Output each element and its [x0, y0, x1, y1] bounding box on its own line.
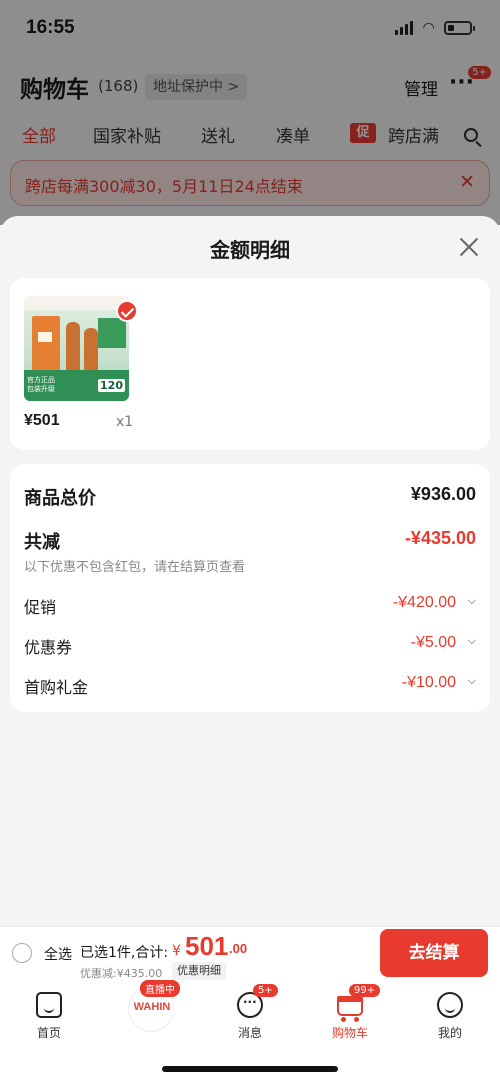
tab-cart-label: 购物车: [331, 1026, 368, 1040]
product-image[interactable]: 官方正品 包装升级 120: [24, 296, 129, 401]
tab-me-label: 我的: [437, 1026, 462, 1040]
product-quantity: x1: [116, 414, 134, 430]
discount-text: 优惠减:¥435.00: [80, 967, 163, 980]
product-image-number: 120: [98, 379, 125, 392]
total-price-value: ¥936.00: [410, 484, 476, 504]
reduction-note: 以下优惠不包含红包，请在结算页查看: [24, 560, 246, 575]
chevron-down-icon: ⌵: [467, 594, 476, 607]
live-logo: WAHIN: [133, 1001, 171, 1013]
chevron-down-icon: ⌵: [467, 674, 476, 687]
first-purchase-value: -¥10.00: [401, 674, 456, 691]
selected-check-icon[interactable]: [116, 300, 138, 322]
overlay-dim[interactable]: [0, 0, 500, 225]
total-reduction-value: -¥435.00: [404, 528, 476, 548]
total-reduction-label: 共减: [24, 532, 60, 553]
cart-icon: [337, 996, 363, 1022]
checkout-button[interactable]: 去结算: [380, 929, 488, 977]
promotion-value: -¥420.00: [392, 594, 456, 611]
select-all-radio[interactable]: [12, 943, 32, 963]
total-price-label: 商品总价: [24, 488, 96, 509]
amount-detail-sheet: 金额明细 官方正品 包装升级 120 ¥501 x1 商品总价 ¥936.00 …: [0, 216, 500, 926]
close-icon[interactable]: [458, 236, 480, 258]
home-icon: [36, 992, 62, 1018]
total-decimal: .00: [229, 941, 248, 956]
checkout-bar: 全选 已选1件,合计: ¥ 501 .00 优惠减:¥435.00 优惠明细 去…: [0, 926, 500, 982]
amount-breakdown-card: 商品总价 ¥936.00 共减 -¥435.00 以下优惠不包含红包，请在结算页…: [10, 464, 490, 712]
coupon-value: -¥5.00: [410, 634, 456, 651]
product-image-text: 官方正品 包装升级: [27, 376, 55, 393]
profile-icon: [437, 992, 463, 1018]
total-currency: ¥: [172, 943, 181, 959]
first-purchase-label: 首购礼金: [24, 678, 89, 697]
chevron-down-icon: ⌵: [467, 634, 476, 647]
product-card: 官方正品 包装升级 120 ¥501 x1: [10, 278, 490, 450]
selected-summary: 已选1件,合计:: [80, 945, 169, 961]
tab-messages-label: 消息: [237, 1026, 262, 1040]
discount-detail-button[interactable]: 优惠明细: [172, 962, 226, 980]
live-badge: 直播中: [140, 980, 180, 997]
select-all-label[interactable]: 全选: [44, 944, 72, 964]
cart-badge: 99+: [349, 984, 381, 997]
home-indicator: [162, 1066, 338, 1072]
product-price: ¥501: [24, 412, 60, 429]
tab-home-label: 首页: [36, 1026, 61, 1040]
messages-badge: 5+: [253, 984, 278, 997]
coupon-label: 优惠券: [24, 638, 73, 657]
total-amount: 501: [185, 931, 229, 961]
sheet-title: 金额明细: [210, 238, 290, 262]
promotion-label: 促销: [24, 598, 57, 617]
